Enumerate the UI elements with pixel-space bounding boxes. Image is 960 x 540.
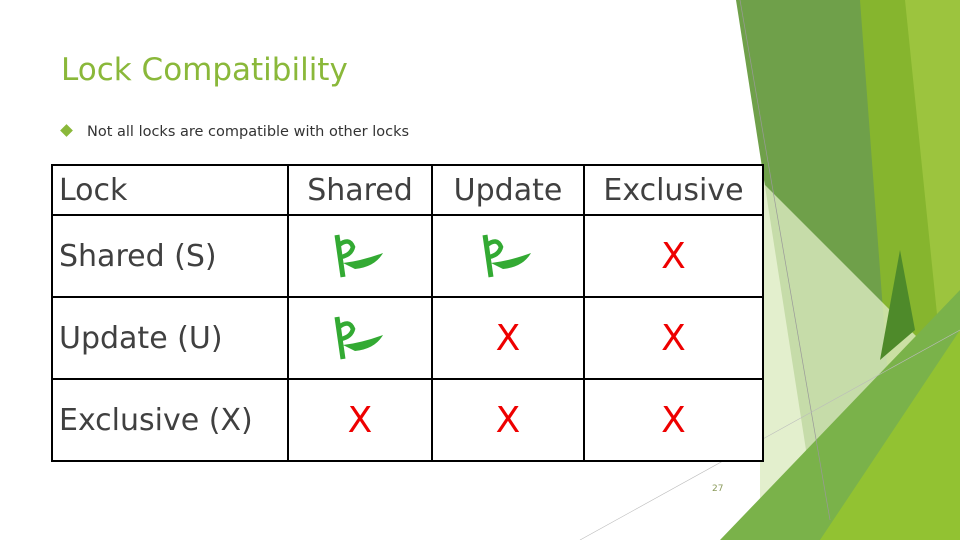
cell-incompatible: X <box>583 378 764 462</box>
bullet-text: Not all locks are compatible with other … <box>87 124 410 140</box>
flag-icon <box>482 234 531 278</box>
row-label: Shared (S) <box>51 214 289 298</box>
flag-icon <box>334 234 383 278</box>
row-label: Update (U) <box>51 296 289 380</box>
cell-compatible <box>431 214 585 298</box>
page-number: 27 <box>712 484 724 494</box>
header-update: Update <box>431 164 585 216</box>
cell-compatible <box>287 214 433 298</box>
slide-title: Lock Compatibility <box>61 52 348 88</box>
cell-incompatible: X <box>431 296 585 380</box>
row-label: Exclusive (X) <box>51 378 289 462</box>
table-row: Shared (S) X <box>51 214 764 298</box>
table-header-row: Lock Shared Update Exclusive <box>51 164 764 216</box>
header-shared: Shared <box>287 164 433 216</box>
header-exclusive: Exclusive <box>583 164 764 216</box>
table-row: Update (U) X X <box>51 296 764 380</box>
cell-incompatible: X <box>583 296 764 380</box>
cell-incompatible: X <box>431 378 585 462</box>
lock-compatibility-table: Lock Shared Update Exclusive Shared (S) … <box>51 164 764 462</box>
cell-incompatible: X <box>287 378 433 462</box>
cell-compatible <box>287 296 433 380</box>
table-row: Exclusive (X) X X X <box>51 378 764 462</box>
cell-incompatible: X <box>583 214 764 298</box>
header-lock: Lock <box>51 164 289 216</box>
flag-icon <box>334 316 383 360</box>
